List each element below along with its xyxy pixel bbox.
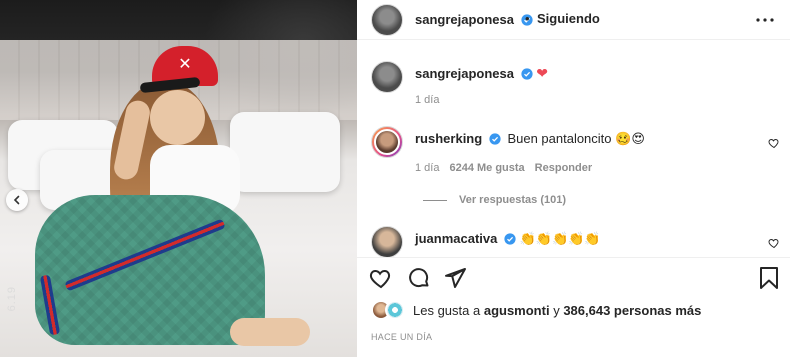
- previous-media-button[interactable]: [6, 189, 28, 211]
- comment-avatar-rusherking[interactable]: [371, 126, 403, 158]
- comment-text: Buen pantaloncito: [507, 131, 612, 146]
- comment-meta: 1 día 6244 Me gusta Responder: [415, 162, 592, 174]
- verified-badge-icon: [521, 68, 533, 80]
- view-replies-button[interactable]: Ver respuestas (101): [423, 194, 566, 206]
- comment-like-heart-icon[interactable]: [768, 137, 780, 149]
- owner-username[interactable]: sangrejaponesa: [415, 12, 514, 27]
- comment-avatar-image: [374, 129, 400, 155]
- following-button[interactable]: Siguiendo: [537, 11, 600, 26]
- more-horizontal-icon: [756, 18, 774, 22]
- comment-juanmacativa: juanmacativa 👏👏👏👏👏: [415, 231, 601, 247]
- liker-avatar-2[interactable]: [385, 300, 405, 320]
- caption-avatar[interactable]: [371, 61, 403, 93]
- comment-likes-count[interactable]: 6244 Me gusta: [449, 162, 524, 174]
- green-pants: [35, 195, 265, 345]
- likes-first-user[interactable]: agusmonti: [484, 303, 550, 318]
- likes-text: Les gusta a agusmonti y 386,643 personas…: [413, 303, 701, 318]
- verified-badge-icon: [489, 133, 501, 145]
- comment-like-heart-icon[interactable]: [768, 237, 780, 249]
- post-timestamp[interactable]: HACE UN DÍA: [371, 332, 432, 342]
- post-side-panel: sangrejaponesa • Siguiendo sangrejapones…: [357, 0, 790, 357]
- owner-avatar[interactable]: [371, 4, 403, 36]
- likes-others-count[interactable]: 386,643 personas más: [563, 303, 701, 318]
- likes-prefix: Les gusta a: [413, 302, 481, 318]
- comment-emoji: 👏👏👏👏👏: [519, 232, 601, 247]
- pillow-right: [230, 112, 340, 192]
- header-separator: •: [525, 11, 530, 26]
- comment-age: 1 día: [415, 162, 440, 174]
- verified-badge-icon: [504, 233, 516, 245]
- replies-divider: [423, 199, 447, 201]
- more-options-button[interactable]: [754, 9, 776, 31]
- owner-username-wrap: sangrejaponesa: [415, 11, 534, 29]
- caption-heart-emoji: ❤: [536, 66, 548, 82]
- comment-bubble-icon[interactable]: [407, 266, 431, 290]
- comment-rusherking: rusherking Buen pantaloncito 🥴😍: [415, 131, 645, 147]
- comment-username[interactable]: rusherking: [415, 131, 482, 146]
- paper-plane-icon[interactable]: [443, 266, 467, 290]
- comments-list[interactable]: sangrejaponesa ❤ 1 día rusherking Buen p…: [357, 40, 790, 257]
- post-media[interactable]: ✕ 6.19: [0, 0, 357, 357]
- comment-avatar-juanmacativa[interactable]: [371, 226, 403, 257]
- comment-emoji: 🥴😍: [615, 132, 645, 147]
- caption-username[interactable]: sangrejaponesa: [415, 66, 514, 81]
- cap-logo-icon: ✕: [178, 56, 192, 73]
- media-overlay-date: 6.19: [6, 286, 18, 312]
- reply-button[interactable]: Responder: [535, 162, 592, 174]
- caption: sangrejaponesa ❤: [415, 66, 548, 82]
- bookmark-icon[interactable]: [757, 266, 781, 290]
- action-bar: [357, 257, 790, 293]
- chevron-left-icon: [13, 195, 20, 205]
- view-replies-label: Ver respuestas (101): [459, 194, 567, 206]
- caption-age: 1 día: [415, 94, 440, 106]
- post-header: sangrejaponesa • Siguiendo: [357, 0, 790, 40]
- person-feet: [230, 318, 310, 346]
- comment-username[interactable]: juanmacativa: [415, 231, 497, 246]
- likes-summary: Les gusta a agusmonti y 386,643 personas…: [371, 300, 701, 320]
- person-face: [150, 90, 205, 145]
- likes-conjunction: y: [553, 302, 560, 318]
- heart-icon[interactable]: [369, 266, 393, 290]
